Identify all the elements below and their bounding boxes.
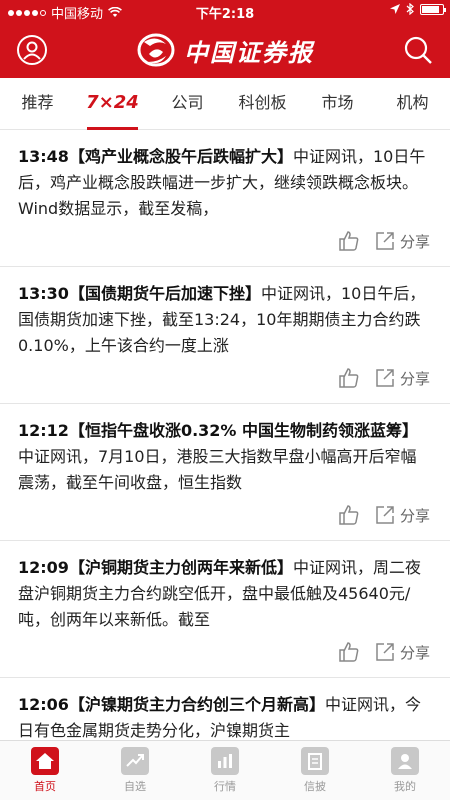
chart-icon: [211, 747, 239, 775]
status-bar: 中国移动 下午2:18: [0, 0, 450, 22]
nav-disclosure[interactable]: 信披: [270, 741, 360, 800]
share-icon: [376, 643, 394, 661]
news-time: 12:06: [18, 695, 69, 714]
tab-7x24[interactable]: 7×24: [75, 78, 150, 130]
tab-recommend[interactable]: 推荐: [0, 78, 75, 129]
thumbs-up-icon: [339, 368, 359, 388]
news-item[interactable]: 13:30【国债期货午后加速下挫】中证网讯，10日午后，国债期货加速下挫，截至1…: [0, 267, 450, 404]
share-label: 分享: [399, 506, 430, 525]
news-headline: 【国债期货午后加速下挫】: [68, 284, 261, 303]
news-actions: 分享: [338, 230, 430, 252]
share-icon: [376, 506, 394, 524]
status-time: 下午2:18: [195, 7, 255, 22]
news-time: 12:09: [18, 558, 69, 577]
nav-watchlist[interactable]: 自选: [90, 741, 180, 800]
news-time: 12:12: [18, 421, 69, 440]
thumbs-up-icon: [339, 505, 359, 525]
tab-market[interactable]: 市场: [300, 78, 375, 129]
bottom-nav: 首页 自选 行情 信披 我的: [0, 740, 450, 800]
brand-title: 中国证券报: [184, 37, 314, 67]
like-button[interactable]: [338, 641, 360, 663]
like-button[interactable]: [338, 367, 360, 389]
news-actions: 分享: [338, 504, 430, 526]
share-label: 分享: [399, 643, 430, 662]
nav-label: 首页: [34, 780, 56, 793]
brand-logo-icon: [137, 33, 175, 67]
news-text: 12:06【沪镍期货主力合约创三个月新高】中证网讯，今日有色金属期货走势分化，沪…: [18, 692, 432, 740]
trend-icon: [121, 747, 149, 775]
nav-label: 我的: [394, 780, 416, 793]
like-button[interactable]: [338, 504, 360, 526]
news-time: 13:48: [18, 147, 69, 166]
bluetooth-icon: [406, 3, 414, 15]
news-headline: 【鸡产业概念股午后跌幅扩大】: [68, 147, 293, 166]
brand: 中国证券报: [0, 32, 450, 68]
status-right: [390, 3, 446, 15]
tab-star-market[interactable]: 科创板: [225, 78, 300, 129]
nav-label: 信披: [304, 780, 326, 793]
news-text: 13:30【国债期货午后加速下挫】中证网讯，10日午后，国债期货加速下挫，截至1…: [18, 281, 432, 359]
app-header: 中国证券报: [0, 22, 450, 78]
share-label: 分享: [399, 369, 430, 388]
share-button[interactable]: 分享: [374, 230, 430, 252]
tab-company[interactable]: 公司: [150, 78, 225, 129]
news-item[interactable]: 12:06【沪镍期货主力合约创三个月新高】中证网讯，今日有色金属期货走势分化，沪…: [0, 678, 450, 740]
news-item[interactable]: 13:48【鸡产业概念股午后跌幅扩大】中证网讯，10日午后，鸡产业概念股跌幅进一…: [0, 130, 450, 267]
news-headline: 【沪镍期货主力合约创三个月新高】: [68, 695, 325, 714]
location-icon: [390, 4, 400, 14]
share-button[interactable]: 分享: [374, 641, 430, 663]
thumbs-up-icon: [339, 231, 359, 251]
share-button[interactable]: 分享: [374, 504, 430, 526]
battery-icon: [420, 3, 446, 15]
like-button[interactable]: [338, 230, 360, 252]
news-text: 13:48【鸡产业概念股午后跌幅扩大】中证网讯，10日午后，鸡产业概念股跌幅进一…: [18, 144, 432, 222]
share-icon: [376, 232, 394, 250]
share-button[interactable]: 分享: [374, 367, 430, 389]
news-item[interactable]: 12:09【沪铜期货主力创两年来新低】中证网讯，周二夜盘沪铜期货主力合约跳空低开…: [0, 541, 450, 678]
nav-label: 行情: [214, 780, 236, 793]
search-icon[interactable]: [402, 34, 434, 66]
category-tabs: 推荐 7×24 公司 科创板 市场 机构: [0, 78, 450, 130]
nav-home[interactable]: 首页: [0, 741, 90, 800]
profile-icon: [391, 747, 419, 775]
share-label: 分享: [399, 232, 430, 251]
news-text: 12:12【恒指午盘收涨0.32% 中国生物制药领涨蓝筹】中证网讯，7月10日，…: [18, 418, 432, 496]
nav-quotes[interactable]: 行情: [180, 741, 270, 800]
nav-profile[interactable]: 我的: [360, 741, 450, 800]
news-feed: 13:48【鸡产业概念股午后跌幅扩大】中证网讯，10日午后，鸡产业概念股跌幅进一…: [0, 130, 450, 740]
document-icon: [301, 747, 329, 775]
nav-label: 自选: [124, 780, 146, 793]
news-headline: 【恒指午盘收涨0.32% 中国生物制药领涨蓝筹】: [68, 421, 419, 440]
news-headline: 【沪铜期货主力创两年来新低】: [68, 558, 293, 577]
news-time: 13:30: [18, 284, 69, 303]
news-text: 12:09【沪铜期货主力创两年来新低】中证网讯，周二夜盘沪铜期货主力合约跳空低开…: [18, 555, 432, 633]
home-icon: [31, 747, 59, 775]
tab-institution[interactable]: 机构: [375, 78, 450, 129]
news-body: 中证网讯，7月10日，港股三大指数早盘小幅高开后窄幅震荡，截至午间收盘，恒生指数: [18, 447, 417, 492]
thumbs-up-icon: [339, 642, 359, 662]
share-icon: [376, 369, 394, 387]
news-actions: 分享: [338, 367, 430, 389]
news-item[interactable]: 12:12【恒指午盘收涨0.32% 中国生物制药领涨蓝筹】中证网讯，7月10日，…: [0, 404, 450, 541]
news-actions: 分享: [338, 641, 430, 663]
